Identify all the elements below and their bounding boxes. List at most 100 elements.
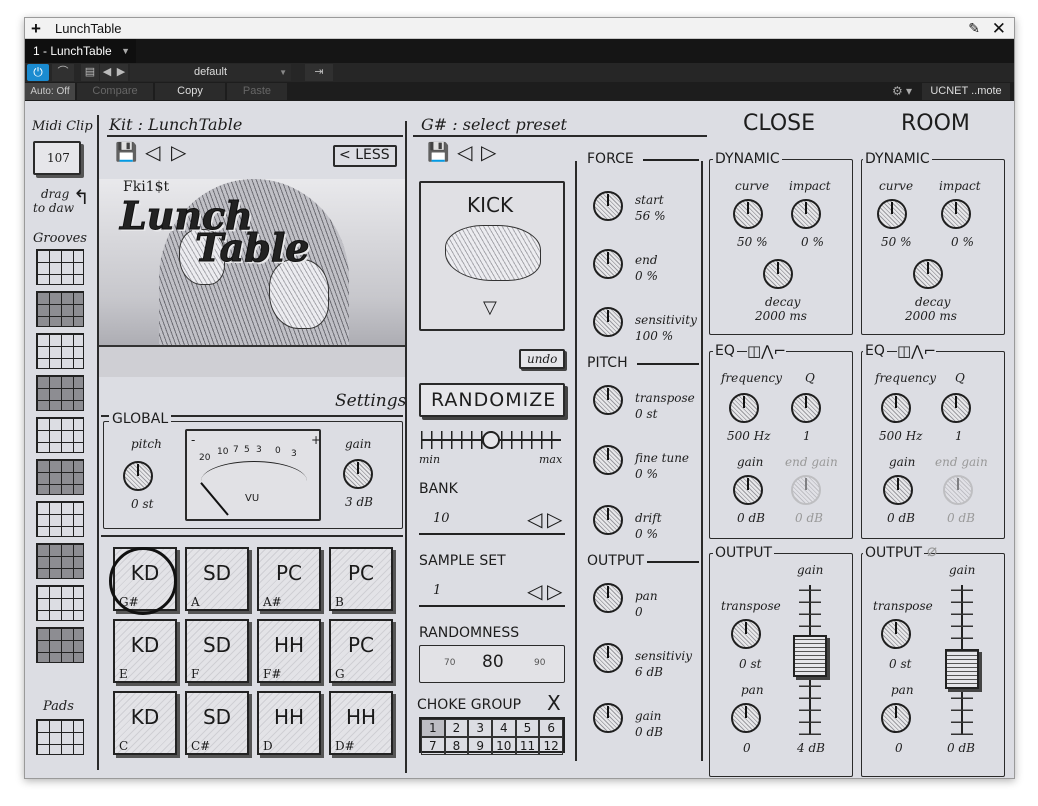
groove-5[interactable] <box>36 417 84 453</box>
output-pan-knob[interactable] <box>593 583 623 613</box>
choke-cell[interactable]: 11 <box>515 737 540 755</box>
sample-display[interactable]: KICK ▽ <box>419 181 565 331</box>
groove-3[interactable] <box>36 333 84 369</box>
phase-icon[interactable]: ⌀ <box>927 541 937 561</box>
randomize-button[interactable]: RANDOMIZE <box>419 383 565 417</box>
close-end-gain-knob[interactable] <box>791 475 821 505</box>
force-end-knob[interactable] <box>593 249 623 279</box>
groove-4[interactable] <box>36 375 84 411</box>
drum-pad[interactable]: HH F# <box>257 619 321 683</box>
drum-pad[interactable]: SD C# <box>185 691 249 755</box>
undo-button[interactable]: undo <box>519 349 565 369</box>
tab-plugin[interactable]: 1 - LunchTable ▼ <box>25 39 136 63</box>
close-frequency-knob[interactable] <box>729 393 759 423</box>
drum-pad[interactable]: SD F <box>185 619 249 683</box>
link-icon[interactable]: ⌒ <box>52 64 74 81</box>
close-pan-knob[interactable] <box>731 703 761 733</box>
choke-cell[interactable]: 6 <box>539 719 563 737</box>
save-icon[interactable]: 💾 <box>115 143 137 163</box>
choke-clear-button[interactable]: X <box>547 691 561 715</box>
pads-grid[interactable] <box>36 719 84 755</box>
sample-set-next-icon[interactable]: ▷ <box>547 581 562 601</box>
choke-cell[interactable]: 2 <box>444 719 469 737</box>
pitch-drift-knob[interactable] <box>593 505 623 535</box>
close-gain-knob[interactable] <box>733 475 763 505</box>
choke-cell[interactable]: 4 <box>491 719 516 737</box>
room-transpose-knob[interactable] <box>881 619 911 649</box>
preset-select[interactable]: default ▼ <box>130 64 291 81</box>
preset-list-icon[interactable]: ▤ <box>81 64 99 81</box>
groove-7[interactable] <box>36 501 84 537</box>
preset-title[interactable]: G# : select preset <box>421 115 567 134</box>
bank-next-icon[interactable]: ▷ <box>547 509 562 529</box>
force-start-knob[interactable] <box>593 191 623 221</box>
groove-8[interactable] <box>36 543 84 579</box>
remote-button[interactable]: UCNET ..mote <box>922 83 1010 100</box>
choke-cell[interactable]: 1 <box>421 719 445 737</box>
close-impact-knob[interactable] <box>791 199 821 229</box>
room-gain-knob[interactable] <box>883 475 913 505</box>
room-impact-knob[interactable] <box>941 199 971 229</box>
sample-menu-icon[interactable]: ▽ <box>483 297 497 318</box>
choke-cell[interactable]: 8 <box>444 737 469 755</box>
room-pan-knob[interactable] <box>881 703 911 733</box>
close-icon[interactable]: ✕ <box>992 18 1006 39</box>
randomness-field[interactable]: 70 80 90 <box>419 645 565 683</box>
drum-pad[interactable]: KD C <box>113 691 177 755</box>
pin-icon[interactable]: ✎ <box>968 20 980 37</box>
pitch-fine-knob[interactable] <box>593 445 623 475</box>
settings-label[interactable]: Settings <box>335 391 406 411</box>
groove-2[interactable] <box>36 291 84 327</box>
compare-button[interactable]: Compare <box>77 83 153 100</box>
close-fader-handle[interactable] <box>793 635 827 677</box>
room-decay-knob[interactable] <box>913 259 943 289</box>
close-decay-knob[interactable] <box>763 259 793 289</box>
close-transpose-knob[interactable] <box>731 619 761 649</box>
drum-pad[interactable]: PC A# <box>257 547 321 611</box>
drum-pad[interactable]: HH D <box>257 691 321 755</box>
groove-1[interactable] <box>36 249 84 285</box>
kit-title[interactable]: Kit : LunchTable <box>109 115 242 134</box>
drum-pad[interactable]: PC G <box>329 619 393 683</box>
room-fader-handle[interactable] <box>945 649 979 689</box>
groove-6[interactable] <box>36 459 84 495</box>
choke-cell[interactable]: 12 <box>539 737 563 755</box>
output-sensitivity-knob[interactable] <box>593 643 623 673</box>
drum-pad[interactable]: SD A <box>185 547 249 611</box>
prev-kit-icon[interactable]: ◁ <box>145 142 160 162</box>
choke-cell[interactable]: 9 <box>468 737 492 755</box>
output-gain-knob[interactable] <box>593 703 623 733</box>
add-icon[interactable]: + <box>31 18 41 39</box>
drum-pad[interactable]: HH D# <box>329 691 393 755</box>
drum-pad[interactable]: PC B <box>329 547 393 611</box>
global-gain-knob[interactable] <box>343 459 373 489</box>
room-frequency-knob[interactable] <box>881 393 911 423</box>
close-curve-knob[interactable] <box>733 199 763 229</box>
paste-button[interactable]: Paste <box>227 83 287 100</box>
auto-button[interactable]: Auto: Off <box>25 83 75 100</box>
choke-cell[interactable]: 5 <box>515 719 540 737</box>
pitch-transpose-knob[interactable] <box>593 385 623 415</box>
next-preset-icon[interactable]: ▶ <box>114 64 128 81</box>
copy-button[interactable]: Copy <box>155 83 225 100</box>
room-end-gain-knob[interactable] <box>943 475 973 505</box>
room-curve-knob[interactable] <box>877 199 907 229</box>
next-preset-icon[interactable]: ▷ <box>481 142 496 162</box>
choke-cell[interactable]: 10 <box>491 737 516 755</box>
next-kit-icon[interactable]: ▷ <box>171 142 186 162</box>
groove-9[interactable] <box>36 585 84 621</box>
midi-clip-box[interactable]: 107 <box>33 141 81 175</box>
global-pitch-knob[interactable] <box>123 461 153 491</box>
save-icon[interactable]: 💾 <box>427 143 449 163</box>
bank-prev-icon[interactable]: ◁ <box>527 509 542 529</box>
close-q-knob[interactable] <box>791 393 821 423</box>
eq-shape-icon[interactable]: ◫⋀⌐ <box>747 341 787 361</box>
groove-10[interactable] <box>36 627 84 663</box>
sample-set-prev-icon[interactable]: ◁ <box>527 581 542 601</box>
prev-preset-icon[interactable]: ◁ <box>457 142 472 162</box>
eq-shape-icon[interactable]: ◫⋀⌐ <box>897 341 937 361</box>
gear-icon[interactable]: ⚙ ▾ <box>888 83 916 100</box>
drum-pad[interactable]: KD E <box>113 619 177 683</box>
random-slider-thumb[interactable] <box>482 431 500 449</box>
prev-preset-icon[interactable]: ◀ <box>100 64 114 81</box>
